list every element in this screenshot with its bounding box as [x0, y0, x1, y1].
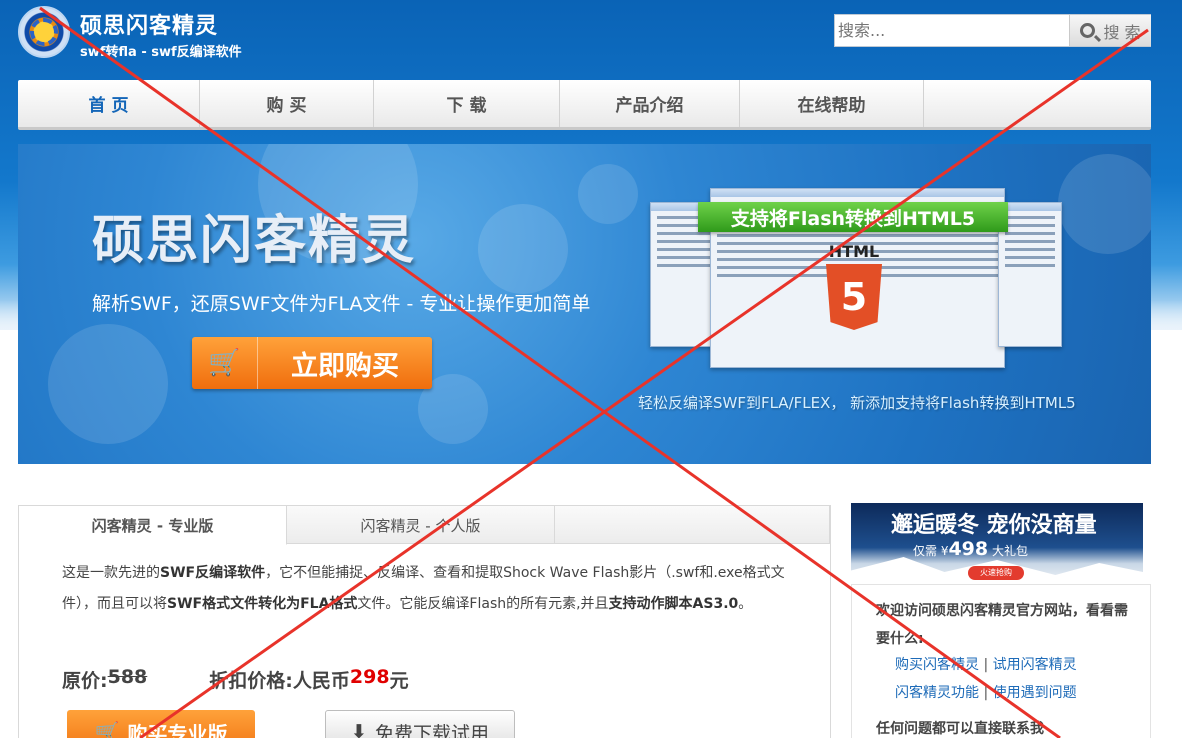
gear-icon: [30, 18, 58, 46]
tab-personal[interactable]: 闪客精灵 - 个人版: [287, 506, 555, 544]
html5-label: HTML: [828, 242, 880, 261]
bokeh-circle: [1058, 154, 1151, 254]
buy-now-button[interactable]: 🛒 立即购买: [192, 337, 432, 389]
product-description: 这是一款先进的SWF反编译软件，它不但能捕捉、反编译、查看和提取Shock Wa…: [62, 558, 792, 620]
contact-text: 任何问题都可以直接联系我: [876, 721, 1044, 737]
sale-price-unit: 元: [389, 670, 409, 692]
link-separator: |: [983, 657, 989, 673]
html5-ribbon: 支持将Flash转换到HTML5: [698, 202, 1008, 232]
bokeh-circle: [48, 324, 168, 444]
banner-subtitle: 解析SWF，还原SWF文件为FLA文件 - 专业让操作更加简单: [92, 293, 591, 315]
banner-title: 硕思闪客精灵: [92, 211, 417, 271]
link-separator: |: [983, 685, 989, 701]
bokeh-circle: [478, 204, 568, 294]
desc-text: 。: [738, 596, 753, 612]
buy-pro-label: 购买专业版: [127, 721, 228, 738]
logo-icon[interactable]: [18, 6, 70, 58]
sale-price-value: 298: [349, 666, 390, 688]
ad-price-tag: 大礼包: [991, 544, 1028, 558]
brand-subtitle: swf转fla - swf反编译软件: [80, 45, 242, 60]
hero-banner[interactable]: 硕思闪客精灵 解析SWF，还原SWF文件为FLA文件 - 专业让操作更加简单 🛒…: [18, 144, 1151, 464]
tab-professional[interactable]: 闪客精灵 - 专业版: [19, 506, 287, 545]
product-panel: 闪客精灵 - 专业版 闪客精灵 - 个人版 这是一款先进的SWF反编译软件，它不…: [18, 505, 831, 738]
search-bar: 搜 索: [834, 14, 1151, 47]
ad-button[interactable]: 火速抢购: [968, 566, 1024, 580]
bokeh-circle: [578, 164, 638, 224]
sale-price-label: 折扣价格:人民币: [209, 670, 350, 692]
original-price-label: 原价:: [62, 670, 108, 692]
tab-spacer: [555, 506, 830, 544]
nav-item-home[interactable]: 首 页: [18, 80, 200, 127]
cart-icon: 🛒: [94, 720, 120, 738]
link-buy[interactable]: 购买闪客精灵: [895, 657, 979, 673]
link-features[interactable]: 闪客精灵功能: [895, 685, 979, 701]
product-tabs: 闪客精灵 - 专业版 闪客精灵 - 个人版: [19, 506, 830, 545]
html5-shield: 5: [826, 264, 882, 330]
banner-caption: 轻松反编译SWF到FLA/FLEX， 新添加支持将Flash转换到HTML5: [638, 394, 1076, 412]
search-button-label: 搜 索: [1103, 22, 1141, 42]
desc-text: 这是一款先进的: [62, 565, 160, 581]
brand-name[interactable]: 硕思闪客精灵: [80, 8, 242, 40]
main-nav: 首 页 购 买 下 载 产品介绍 在线帮助: [18, 80, 1151, 130]
price-row: 原价: 588 折扣价格:人民币 298 元: [62, 666, 409, 693]
desc-bold: SWF格式文件转化为FLA格式: [167, 596, 358, 612]
nav-item-buy[interactable]: 购 买: [200, 80, 374, 127]
search-button[interactable]: 搜 索: [1069, 15, 1151, 46]
nav-item-download[interactable]: 下 载: [374, 80, 560, 127]
desc-bold: SWF反编译软件: [160, 565, 266, 581]
quick-links: 购买闪客精灵 | 试用闪客精灵 闪客精灵功能 | 使用遇到问题: [895, 651, 1077, 707]
desc-bold: 支持动作脚本AS3.0: [608, 596, 739, 612]
desc-text: 文件。它能反编译Flash的所有元素,并且: [357, 596, 609, 612]
ad-price: 仅需 ¥498 大礼包: [913, 538, 1028, 560]
link-trial[interactable]: 试用闪客精灵: [993, 657, 1077, 673]
ad-price-value: 498: [948, 538, 989, 560]
search-input[interactable]: [835, 15, 1069, 46]
cart-icon: 🛒: [192, 337, 258, 389]
link-problems[interactable]: 使用遇到问题: [993, 685, 1077, 701]
free-download-label: 免费下载试用: [374, 722, 489, 738]
free-download-button[interactable]: ⬇ 免费下载试用: [325, 710, 515, 738]
original-price-value: 588: [107, 666, 148, 688]
ad-title: 邂逅暖冬 宠你没商量: [891, 513, 1097, 538]
buy-now-label: 立即购买: [291, 350, 399, 382]
ad-price-label: 仅需 ¥: [913, 544, 949, 558]
nav-item-help[interactable]: 在线帮助: [740, 80, 924, 127]
welcome-text: 欢迎访问硕思闪客精灵官方网站，看看需要什么:: [876, 603, 1128, 647]
promo-ad[interactable]: 邂逅暖冬 宠你没商量 仅需 ¥498 大礼包 火速抢购: [851, 503, 1143, 584]
download-icon: ⬇: [351, 721, 367, 738]
brand: 硕思闪客精灵 swf转fla - swf反编译软件: [80, 8, 242, 60]
buy-pro-button[interactable]: 🛒 购买专业版: [67, 710, 255, 738]
search-icon: [1080, 23, 1096, 38]
sidebar-box: 欢迎访问硕思闪客精灵官方网站，看看需要什么: 购买闪客精灵 | 试用闪客精灵 闪…: [851, 584, 1151, 738]
html5-logo-icon: HTML 5: [824, 242, 884, 334]
nav-item-product[interactable]: 产品介绍: [560, 80, 740, 127]
